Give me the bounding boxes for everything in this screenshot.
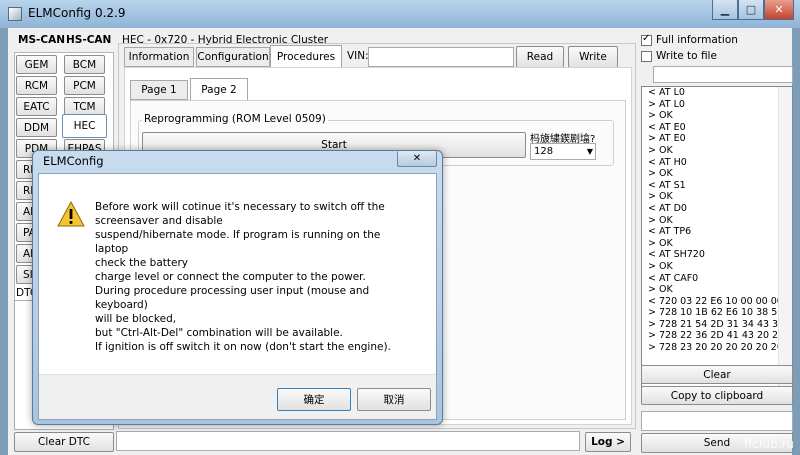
ms-can-label: MS-CAN	[18, 34, 65, 46]
module-eatc[interactable]: EATC	[16, 97, 57, 116]
dialog-line: check the battery	[95, 257, 188, 270]
full-info-checkbox[interactable]: ✓	[641, 33, 652, 46]
cancel-button[interactable]: 取消	[357, 388, 431, 411]
read-button[interactable]: Read	[516, 46, 564, 68]
log-line: < AT S1	[648, 179, 686, 191]
log-line: > 728 23 20 20 20 20 20 20 20	[648, 342, 793, 354]
close-icon: ✕	[412, 153, 422, 164]
tab-procedures[interactable]: Procedures	[270, 45, 342, 68]
dialog-line: charge level or connect the computer to …	[95, 271, 366, 284]
close-icon: ✕	[774, 3, 784, 16]
reprogramming-title: Reprogramming (ROM Level 0509)	[142, 113, 328, 125]
log-line: > 728 10 1B 62 E6 10 38 56 34	[648, 307, 793, 319]
option-select[interactable]: 128 ▼	[530, 143, 596, 160]
module-ddm[interactable]: DDM	[16, 118, 57, 137]
tab-information[interactable]: Information	[124, 47, 194, 67]
dialog-line: but "Ctrl-Alt-Del" combination will be a…	[95, 327, 343, 340]
log-list[interactable]: < AT L0 > AT L0 > OK < AT E0 > AT E0 > OK < AT…	[641, 86, 793, 390]
dialog-body: Before work will cotinue it's necessary …	[38, 173, 437, 420]
dialog-close-button[interactable]: ✕	[397, 151, 437, 167]
dialog-title: ELMConfig	[43, 154, 104, 168]
log-line: > 728 21 54 2D 31 34 43 32 32	[648, 318, 793, 330]
clear-dtc-button[interactable]: Clear DTC	[14, 432, 114, 452]
log-line: > OK	[648, 144, 673, 156]
maximize-button[interactable]: □	[738, 0, 764, 20]
minimize-icon: ▁	[720, 3, 730, 16]
command-input[interactable]	[641, 411, 793, 431]
copy-to-clipboard-button[interactable]: Copy to clipboard	[641, 386, 793, 405]
subtab-page-1[interactable]: Page 1	[130, 80, 188, 100]
log-line: < AT H0	[648, 156, 687, 168]
module-hec[interactable]: HEC	[62, 114, 107, 138]
status-input[interactable]	[116, 431, 580, 451]
ok-button[interactable]: 确定	[277, 388, 351, 411]
log-line: > OK	[648, 191, 673, 203]
title-bar: ELMConfig 0.2.9 ▁ □ ✕	[0, 0, 800, 28]
module-pcm[interactable]: PCM	[64, 76, 105, 95]
hs-can-label: HS-CAN	[66, 34, 112, 46]
minimize-button[interactable]: ▁	[712, 0, 738, 20]
dialog-line: will be blocked,	[95, 313, 177, 326]
close-button[interactable]: ✕	[764, 0, 794, 20]
warning-dialog: ELMConfig ✕ Before work will cotinue it'…	[32, 150, 443, 425]
log-line: > AT L0	[648, 98, 685, 110]
log-line: > OK	[648, 168, 673, 180]
log-line: < AT CAF0	[648, 272, 699, 284]
log-line: < 720 03 22 E6 10 00 00 00 00	[648, 295, 793, 307]
subtab-page-2[interactable]: Page 2	[190, 78, 248, 101]
watermark: ffclub.ru	[744, 437, 794, 451]
write-button[interactable]: Write	[568, 46, 618, 68]
log-line: > AT E0	[648, 133, 686, 145]
log-toggle-button[interactable]: Log >	[585, 432, 631, 452]
log-line: > OK	[648, 237, 673, 249]
log-line: < AT TP6	[648, 226, 692, 238]
dialog-line: Before work will cotinue it's necessary …	[95, 201, 385, 213]
log-line: < AT L0	[648, 87, 685, 98]
log-scrollbar[interactable]	[778, 87, 792, 389]
clear-button[interactable]: Clear	[641, 365, 793, 384]
log-line: > OK	[648, 284, 673, 296]
dialog-line: suspend/hibernate mode. If program is ru…	[95, 229, 381, 256]
dialog-line: During procedure processing user input (…	[95, 285, 370, 312]
option-value: 128	[534, 146, 554, 157]
vin-input[interactable]	[368, 47, 514, 67]
module-bcm[interactable]: BCM	[64, 55, 105, 74]
write-to-file-label: Write to file	[656, 50, 717, 62]
vin-label: VIN:	[347, 50, 369, 62]
dialog-paragraph-3: If ignition is off switch it on now (don…	[95, 341, 391, 353]
dialog-line: screensaver and disable	[95, 215, 223, 228]
tab-configuration[interactable]: Configuration	[196, 47, 270, 67]
check-icon: ✓	[642, 33, 651, 44]
dialog-footer: 确定 取消	[39, 374, 436, 419]
window-title: ELMConfig 0.2.9	[28, 6, 126, 20]
log-line: < AT SH720	[648, 249, 705, 261]
log-line: > OK	[648, 260, 673, 272]
log-line: > OK	[648, 110, 673, 122]
module-rcm[interactable]: RCM	[16, 76, 57, 95]
file-path-input[interactable]	[653, 66, 793, 83]
log-line: < AT E0	[648, 121, 686, 133]
module-gem[interactable]: GEM	[16, 55, 57, 74]
app-icon	[8, 7, 22, 21]
dialog-paragraph-2: During procedure processing user input (…	[95, 284, 415, 340]
write-to-file-checkbox[interactable]	[641, 51, 652, 62]
log-line: > 728 22 36 2D 41 43 20 20 20	[648, 330, 793, 342]
maximize-icon: □	[745, 3, 757, 16]
log-line: > OK	[648, 214, 673, 226]
log-lines: < AT L0 > AT L0 > OK < AT E0 > AT E0 > OK < AT…	[642, 87, 792, 354]
chevron-down-icon: ▼	[586, 147, 593, 156]
full-info-label: Full information	[656, 34, 738, 46]
warning-icon	[57, 200, 85, 230]
dialog-paragraph-1: Before work will cotinue it's necessary …	[95, 200, 415, 285]
log-line: < AT D0	[648, 202, 687, 214]
